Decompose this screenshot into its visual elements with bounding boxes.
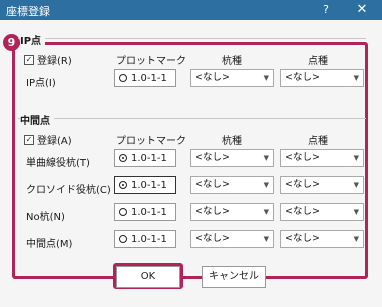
intermediate-point-group: 中間点 ✓ 登録(A) プロットマーク 杭種 点種 単曲線役杭(T) 1.0-1… <box>18 112 366 262</box>
dialog-body: 9 IP点 ✓ 登録(R) プロットマーク 杭種 点種 IP点(I) 1.0-1… <box>0 20 382 307</box>
checkbox-check-icon: ✓ <box>24 134 34 145</box>
dotted-circle-mark-icon <box>119 154 127 162</box>
chevron-down-icon: ▼ <box>263 74 269 82</box>
simple-curve-point-select[interactable]: <なし> ▼ <box>280 149 364 167</box>
plot-mark-value: 1.0-1-1 <box>131 233 167 245</box>
mid-point-stake-select[interactable]: <なし> ▼ <box>190 230 274 248</box>
circle-mark-icon <box>119 74 127 82</box>
mid-group-title: 中間点 <box>20 112 54 127</box>
group-divider <box>18 38 366 39</box>
ip-register-label: 登録(R) <box>37 56 72 67</box>
plot-mark-header: プロットマーク <box>116 56 186 67</box>
select-value: <なし> <box>195 206 230 217</box>
simple-curve-stake-select[interactable]: <なし> ▼ <box>190 149 274 167</box>
point-type-header: 点種 <box>308 136 328 147</box>
clothoid-stake-label: クロソイド役杭(C) <box>26 185 111 196</box>
no-stake-stake-select[interactable]: <なし> ▼ <box>190 203 274 221</box>
no-stake-label: No杭(N) <box>26 212 65 223</box>
dotted-circle-mark-icon <box>119 181 127 189</box>
select-value: <なし> <box>195 179 230 190</box>
chevron-down-icon: ▼ <box>353 208 359 216</box>
simple-curve-stake-label: 単曲線役杭(T) <box>26 158 90 169</box>
plot-mark-value: 1.0-1-1 <box>131 72 167 84</box>
select-value: <なし> <box>195 152 230 163</box>
select-value: <なし> <box>285 233 320 244</box>
checkbox-check-icon: ✓ <box>24 54 34 65</box>
mid-point-point-select[interactable]: <なし> ▼ <box>280 230 364 248</box>
ip-point-group: IP点 ✓ 登録(R) プロットマーク 杭種 点種 IP点(I) 1.0-1-1… <box>18 32 366 112</box>
ip-register-checkbox[interactable]: ✓ 登録(R) <box>24 52 72 67</box>
stake-type-header: 杭種 <box>222 56 242 67</box>
mid-register-checkbox[interactable]: ✓ 登録(A) <box>24 132 72 147</box>
mid-point-plot-button[interactable]: 1.0-1-1 <box>114 230 176 248</box>
ok-button[interactable]: OK <box>116 266 180 288</box>
chevron-down-icon: ▼ <box>263 208 269 216</box>
ip-stake-select[interactable]: <なし> ▼ <box>190 69 274 87</box>
chevron-down-icon: ▼ <box>263 154 269 162</box>
circle-mark-icon <box>119 208 127 216</box>
chevron-down-icon: ▼ <box>353 235 359 243</box>
ip-row-label: IP点(I) <box>26 78 56 89</box>
circle-mark-icon <box>119 235 127 243</box>
clothoid-plot-button[interactable]: 1.0-1-1 <box>114 176 176 194</box>
window-title: 座標登録 <box>6 5 50 18</box>
cancel-button[interactable]: キャンセル <box>202 266 266 288</box>
select-value: <なし> <box>195 233 230 244</box>
clothoid-point-select[interactable]: <なし> ▼ <box>280 176 364 194</box>
select-value: <なし> <box>285 179 320 190</box>
help-button[interactable]: ? <box>318 2 334 18</box>
plot-mark-header: プロットマーク <box>116 136 186 147</box>
simple-curve-plot-button[interactable]: 1.0-1-1 <box>114 149 176 167</box>
mid-register-label: 登録(A) <box>37 136 72 147</box>
mid-point-label: 中間点(M) <box>26 239 73 250</box>
title-bar: 座標登録 ? ✕ <box>0 0 382 20</box>
clothoid-stake-select[interactable]: <なし> ▼ <box>190 176 274 194</box>
select-value: <なし> <box>285 152 320 163</box>
point-type-header: 点種 <box>308 56 328 67</box>
ip-group-title: IP点 <box>20 32 46 47</box>
plot-mark-value: 1.0-1-1 <box>131 206 167 218</box>
no-stake-plot-button[interactable]: 1.0-1-1 <box>114 203 176 221</box>
select-value: <なし> <box>195 72 230 83</box>
chevron-down-icon: ▼ <box>263 235 269 243</box>
select-value: <なし> <box>285 206 320 217</box>
chevron-down-icon: ▼ <box>353 181 359 189</box>
select-value: <なし> <box>285 72 320 83</box>
plot-mark-value: 1.0-1-1 <box>131 152 167 164</box>
stake-type-header: 杭種 <box>222 136 242 147</box>
ip-plot-mark-button[interactable]: 1.0-1-1 <box>114 69 176 87</box>
chevron-down-icon: ▼ <box>353 74 359 82</box>
ip-point-select[interactable]: <なし> ▼ <box>280 69 364 87</box>
chevron-down-icon: ▼ <box>263 181 269 189</box>
close-button[interactable]: ✕ <box>352 1 372 19</box>
chevron-down-icon: ▼ <box>353 154 359 162</box>
group-divider <box>18 118 366 119</box>
plot-mark-value: 1.0-1-1 <box>131 179 167 191</box>
no-stake-point-select[interactable]: <なし> ▼ <box>280 203 364 221</box>
